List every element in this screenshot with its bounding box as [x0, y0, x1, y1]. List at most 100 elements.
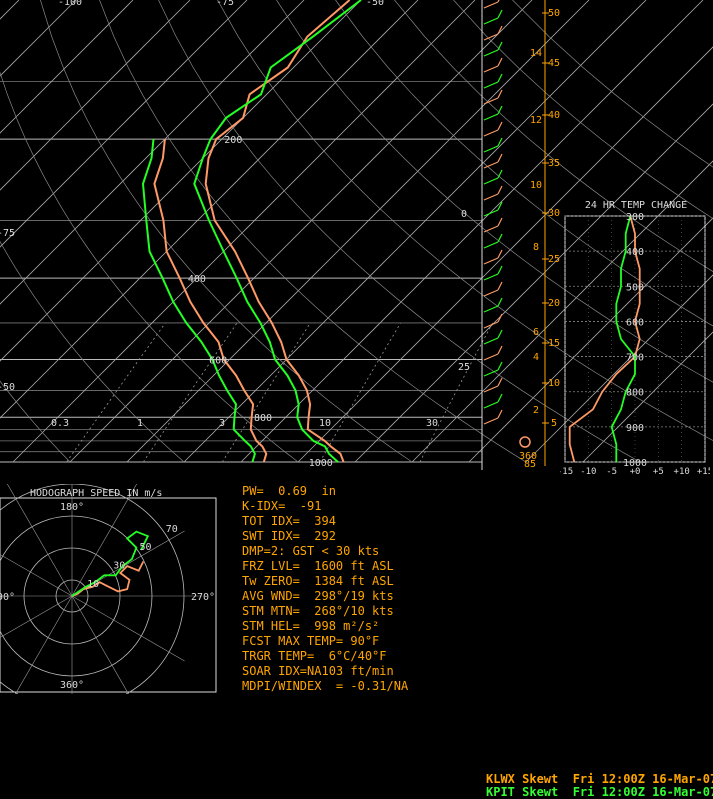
wind-barb-shaft — [483, 289, 499, 297]
isotherm-side-label: -75 — [0, 228, 15, 239]
height-kft-label: 5 — [551, 418, 557, 429]
wind-barb-flag — [497, 217, 503, 227]
wind-barb-shaft — [483, 145, 499, 153]
height-kft-label: 25 — [548, 254, 560, 265]
isotherm-top-label: -100 — [58, 0, 82, 8]
temp-change-x-label: +10 — [674, 467, 690, 476]
indices_left-line: TRGR TEMP= 6°C/40°F — [242, 649, 387, 663]
wind-barbs — [483, 0, 531, 448]
wind-barb-flag — [497, 185, 503, 195]
temp-change-x-label: -5 — [606, 467, 617, 476]
indices_left-line: Tw ZERO= 1384 ft ASL — [242, 574, 394, 588]
skewt-labels: 20040060080010000.3131030-100-75-50025-7… — [0, 0, 560, 470]
wind-barb-shaft — [483, 273, 499, 281]
bottom-label: 85 — [524, 459, 536, 470]
wind-barb-shaft — [483, 65, 499, 73]
wind-barb-flag — [497, 0, 500, 3]
wind-barb-shaft — [483, 225, 499, 233]
isotherm-top-label: -50 — [366, 0, 384, 8]
isobar-label-800: 800 — [254, 413, 272, 424]
wind-barb-flag — [497, 249, 503, 259]
isotherm--70 — [0, 0, 305, 305]
indices_left-line: SOAR IDX=NA103 ft/min — [242, 664, 394, 678]
temp-change-x-label: +5 — [653, 467, 664, 476]
height-kft-label: 20 — [548, 298, 560, 309]
surface-wind-circle — [519, 436, 531, 448]
wind-barb-flag — [497, 361, 503, 371]
wind-barb-flag — [497, 73, 503, 83]
height-kft-label: 10 — [548, 378, 560, 389]
isobar-label-400: 400 — [188, 274, 206, 285]
wind-barb-shaft — [483, 81, 499, 89]
wind-barb-shaft — [483, 33, 499, 41]
hodograph-trace-1 — [71, 530, 150, 597]
hodograph-dir-s: 360° — [60, 680, 84, 691]
height-km-label: 14 — [530, 48, 542, 59]
mixing-ratio-label: 3 — [219, 418, 225, 429]
hodograph-traces — [71, 530, 150, 597]
wind-barb-flag — [497, 265, 503, 275]
wind-barb-shaft — [483, 321, 499, 329]
temp-change-p-label: 600 — [626, 317, 644, 328]
wind-barb-shaft — [483, 193, 499, 201]
temp-change-p-label: 700 — [626, 353, 644, 364]
mixing-ratio-label: 1 — [137, 418, 143, 429]
indices_left-line: AVG WND= 298°/19 kts — [242, 589, 394, 603]
wind-barb-flag — [497, 121, 503, 131]
dry-adiabat-50 — [99, 0, 527, 463]
temp-change-p-label: 300 — [626, 212, 644, 223]
hodograph-spoke — [6, 484, 73, 597]
wind-barb-shaft — [483, 177, 499, 185]
wind-barb-flag — [497, 233, 503, 243]
wind-barb-flag — [497, 297, 503, 307]
wind-barb-shaft — [483, 17, 499, 25]
hodograph-grid — [0, 484, 217, 694]
isobar-label-1000: 1000 — [309, 458, 333, 469]
temp-change-title: 24 HR TEMP CHANGE — [585, 200, 687, 211]
wind-barb-shaft — [483, 337, 499, 345]
temp-change-x-label: -15 — [560, 467, 573, 476]
height-kft-label: 30 — [548, 208, 560, 219]
height-kft-label: 45 — [548, 58, 560, 69]
temp-change-p-label: 400 — [626, 247, 644, 258]
indices_left-line: DMP=2: GST < 30 kts — [242, 544, 380, 558]
wind-barb-flag — [497, 89, 503, 99]
wind-barb-shaft — [483, 257, 499, 265]
wind-barb-shaft — [483, 241, 499, 249]
temp-change-p-label: 900 — [626, 423, 644, 434]
height-kft-label: 40 — [548, 110, 560, 121]
wind-barb-flag — [497, 153, 503, 163]
indices_left-line: STM HEL= 998 m²/s² — [242, 619, 380, 633]
wind-barb-flag — [497, 393, 503, 403]
hodograph-dir-e: 270° — [191, 592, 215, 603]
isotherm--80 — [0, 0, 248, 248]
wind-barb-shaft — [483, 417, 499, 425]
indices_left-line: FRZ LVL= 1600 ft ASL — [242, 559, 394, 573]
wind-barb-shaft — [483, 353, 499, 361]
wind-barb-shaft — [483, 49, 499, 57]
temp-change-p-label: 800 — [626, 388, 644, 399]
wind-barb-shaft — [483, 97, 499, 105]
hodograph-ring-label: 10 — [87, 579, 99, 590]
skewt-display: 20040060080010000.3131030-100-75-50025-7… — [0, 0, 713, 799]
height-km-label: 10 — [530, 180, 542, 191]
hodograph-trace-0 — [71, 561, 145, 597]
wind-barb-flag — [497, 25, 503, 35]
hodograph-dir-n: 180° — [60, 502, 84, 513]
indices_left-line: MDPI/WINDEX = -0.31/NA — [242, 679, 409, 693]
height-km-label: 2 — [533, 405, 539, 416]
dry-adiabat--10 — [0, 240, 185, 463]
mixing-ratio-label: 30 — [426, 418, 438, 429]
wind-barb-flag — [497, 41, 503, 51]
skewt-profiles — [141, 0, 362, 463]
hodograph-labels: HODOGRAPH SPEED IN m/s 10 30 50 70 180° 360° 27… — [0, 488, 215, 691]
hodograph-ring-label: 30 — [113, 560, 125, 571]
wind-barb-flag — [497, 345, 503, 355]
footer-kpit: KPIT Skewt Fri 12:00Z 16-Mar-07 — [486, 785, 713, 799]
isotherm-top-label: -75 — [216, 0, 234, 8]
indices_left-line: PW= 0.69 in — [242, 484, 336, 498]
height-km-label: 12 — [530, 115, 542, 126]
hodograph-ring-label: 70 — [166, 524, 178, 535]
hodograph-dir-w: 90° — [0, 592, 15, 603]
temp-change-p-label: 500 — [626, 282, 644, 293]
